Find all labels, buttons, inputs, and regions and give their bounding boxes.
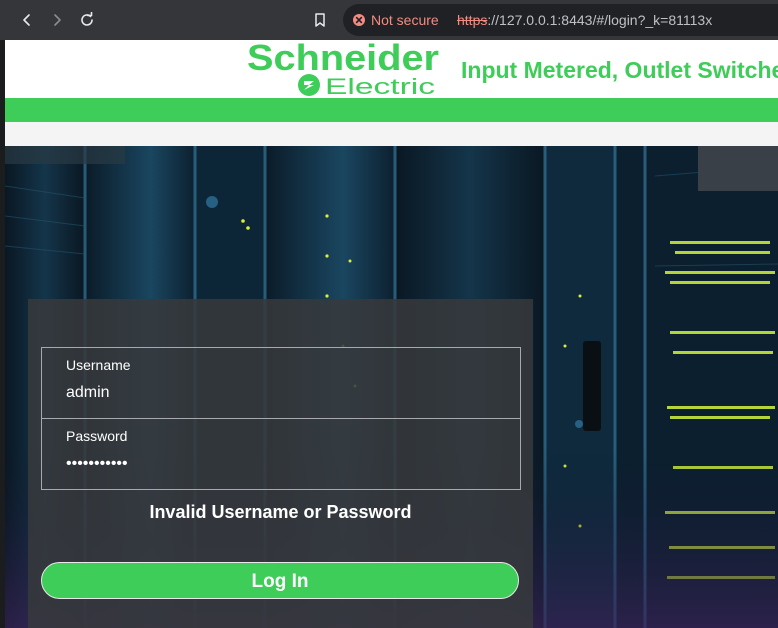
url-text[interactable]: https://127.0.0.1:8443/#/login?_k=81113x [457,12,712,28]
password-field-container[interactable]: Password [42,419,520,489]
bookmark-button[interactable] [307,7,333,33]
password-input[interactable] [64,451,508,477]
address-bar[interactable]: Not secure https://127.0.0.1:8443/#/logi… [343,4,778,36]
username-field-container[interactable]: Username [42,348,520,419]
url-scheme: https [457,12,488,28]
product-title: Input Metered, Outlet Switched [461,57,778,83]
header-gray-strip [5,122,778,146]
password-label: Password [66,428,128,444]
forward-button[interactable] [44,7,70,33]
not-secure-icon[interactable] [352,13,366,27]
reload-icon [81,12,93,26]
not-secure-label[interactable]: Not secure [371,12,439,28]
url-path: ://127.0.0.1:8443/#/login?_k=81113x [487,12,713,28]
browser-toolbar: Not secure https://127.0.0.1:8443/#/logi… [0,0,778,40]
logo-text: Schneider [247,40,439,78]
schneider-electric-logo: Schneider Electric [247,40,439,98]
login-error-message: Invalid Username or Password [149,502,412,522]
back-button[interactable] [14,7,40,33]
reload-button[interactable] [74,7,100,33]
page: Schneider Electric Input Metered, Outlet… [5,40,778,628]
username-input[interactable] [64,380,508,406]
bookmark-icon [315,13,325,27]
login-button[interactable]: Log In [41,562,519,599]
header: Schneider Electric Input Metered, Outlet… [5,40,778,98]
forward-icon [54,14,61,26]
login-panel: Username Password Invalid Username or Pa… [28,299,533,628]
logo-subtext: Electric [325,74,435,98]
username-label: Username [66,357,131,373]
credentials-fields: Username Password [41,347,521,490]
back-icon [23,14,30,26]
logo-mark-icon [298,74,320,96]
header-green-bar [5,98,778,122]
